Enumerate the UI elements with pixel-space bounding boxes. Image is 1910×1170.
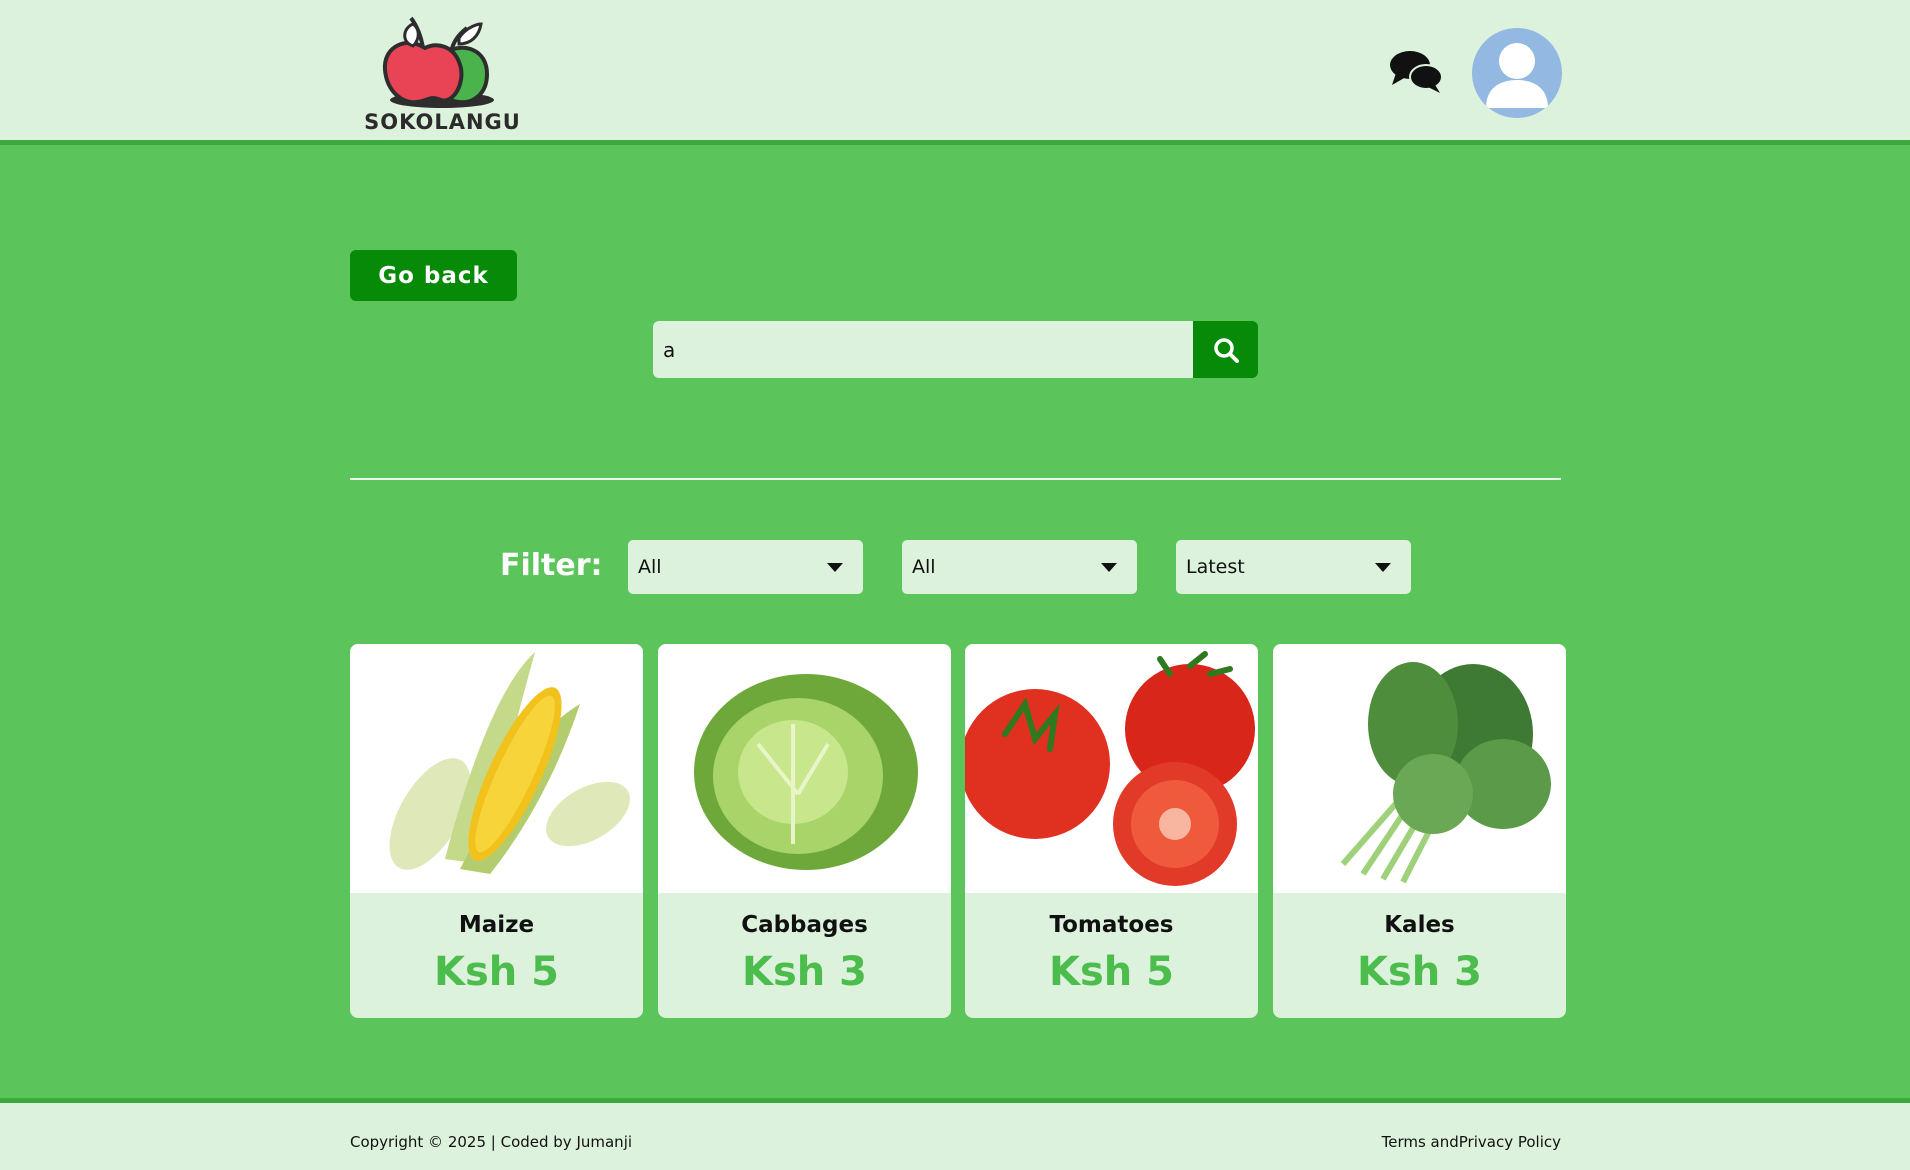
cabbage-image	[658, 644, 951, 893]
copyright-text: Copyright © 2025 | Coded by Jumanji	[350, 1133, 633, 1151]
product-card[interactable]: Maize Ksh 5	[350, 644, 643, 1018]
kales-image	[1273, 644, 1566, 893]
product-card[interactable]: Tomatoes Ksh 5	[965, 644, 1258, 1018]
product-price: Ksh 5	[1048, 949, 1175, 995]
filter-label: Filter:	[500, 548, 603, 583]
site-footer: Copyright © 2025 | Coded by Jumanji Term…	[0, 1098, 1910, 1170]
product-name: Kales	[1384, 912, 1455, 938]
filter-select-location[interactable]: All	[902, 540, 1137, 594]
search-button[interactable]	[1193, 321, 1258, 378]
product-price: Ksh 3	[1356, 949, 1483, 995]
search-bar	[653, 321, 1258, 378]
product-price: Ksh 3	[741, 949, 868, 995]
product-name: Cabbages	[741, 912, 868, 938]
tomatoes-image	[965, 644, 1258, 893]
chevron-down-icon	[1101, 563, 1117, 572]
logo-text: SOKOLANGU	[364, 110, 521, 134]
product-card[interactable]: Kales Ksh 3	[1273, 644, 1566, 1018]
product-card[interactable]: Cabbages Ksh 3	[658, 644, 951, 1018]
product-name: Maize	[458, 912, 535, 938]
product-name: Tomatoes	[1049, 912, 1174, 938]
user-avatar-icon[interactable]	[1472, 28, 1562, 118]
select-value: All	[638, 556, 662, 578]
select-value: All	[912, 556, 936, 578]
apple-logo-icon	[382, 16, 494, 108]
site-header: SOKOLANGU	[0, 0, 1910, 145]
site-logo[interactable]: SOKOLANGU	[355, 12, 530, 137]
filter-select-sort[interactable]: Latest	[1176, 540, 1411, 594]
go-back-button[interactable]: Go back	[350, 250, 517, 301]
terms-privacy-link[interactable]: Terms andPrivacy Policy	[1382, 1133, 1561, 1151]
product-price: Ksh 5	[433, 949, 560, 995]
chevron-down-icon	[1375, 563, 1391, 572]
search-input[interactable]	[653, 321, 1193, 378]
select-value: Latest	[1186, 556, 1245, 578]
maize-image	[350, 644, 643, 893]
filter-select-category[interactable]: All	[628, 540, 863, 594]
section-divider	[350, 478, 1561, 480]
chevron-down-icon	[827, 563, 843, 572]
search-icon	[1213, 337, 1239, 363]
chat-bubbles-icon[interactable]	[1388, 47, 1444, 97]
